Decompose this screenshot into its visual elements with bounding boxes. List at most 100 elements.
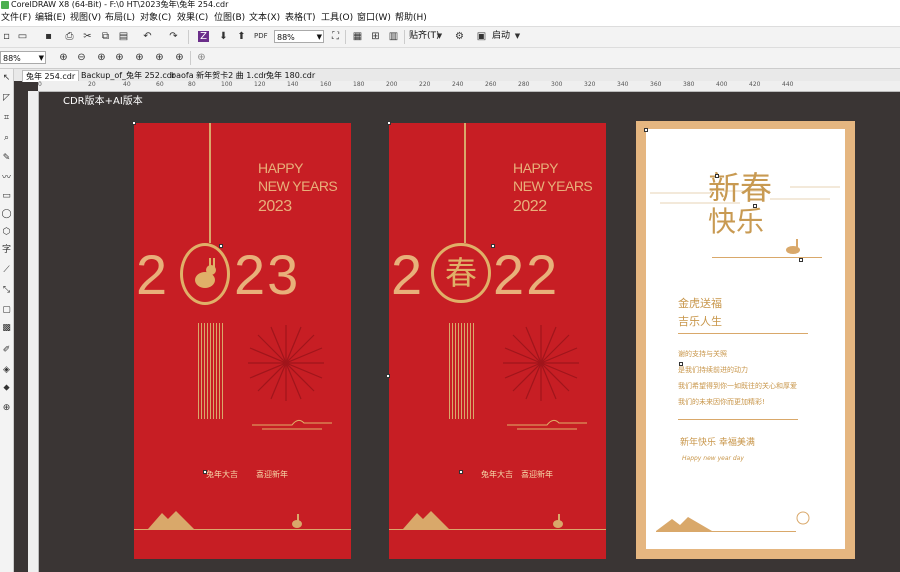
selection-node[interactable]: [203, 470, 207, 474]
zoom-selected-icon[interactable]: ⊕: [96, 52, 107, 63]
zoom-height-icon[interactable]: ⊕: [174, 52, 185, 63]
big-digit-left: 2: [391, 243, 425, 306]
zoom-level-combo[interactable]: 88% ▼: [0, 51, 46, 64]
artistic-media-icon[interactable]: 〰: [1, 173, 12, 184]
transparency-tool-icon[interactable]: ▩: [1, 323, 12, 334]
selection-node[interactable]: [679, 362, 683, 366]
selection-node[interactable]: [753, 204, 757, 208]
selection-node[interactable]: [387, 121, 391, 125]
interactive-fill-icon[interactable]: ◈: [1, 365, 12, 376]
menu-tools[interactable]: 工具(O): [321, 12, 353, 25]
menu-view[interactable]: 视图(V): [70, 12, 101, 25]
blessing-left: 兔年大吉: [481, 470, 513, 479]
menu-file[interactable]: 文件(F): [1, 12, 31, 25]
tab-baofa[interactable]: baofa 新年贺卡2 曲 1.cdr: [168, 70, 270, 81]
application-launcher-icon[interactable]: ▣: [476, 31, 487, 42]
ruler-tick: 220: [419, 81, 431, 88]
selection-node[interactable]: [132, 121, 136, 125]
body-line-4: 我们的未来因你而更加精彩!: [678, 398, 765, 406]
zoom-tool-icon[interactable]: ⌕: [1, 133, 12, 144]
options-gear-icon[interactable]: ⚙: [454, 31, 465, 42]
menu-window[interactable]: 窗口(W): [357, 12, 391, 25]
rectangle-tool-icon[interactable]: ▭: [1, 191, 12, 202]
guidelines-icon[interactable]: ▥: [388, 31, 399, 42]
ellipse-tool-icon[interactable]: ◯: [1, 209, 12, 220]
selection-node[interactable]: [386, 374, 390, 378]
zoom-all-icon[interactable]: ⊕: [114, 52, 125, 63]
menu-layout[interactable]: 布局(L): [105, 12, 135, 25]
chevron-down-icon[interactable]: ▼: [434, 31, 445, 42]
tab-doc-180[interactable]: 兔年 180.cdr: [263, 70, 318, 81]
freehand-tool-icon[interactable]: ✎: [1, 153, 12, 164]
menu-object[interactable]: 对象(C): [140, 12, 171, 25]
menu-table[interactable]: 表格(T): [285, 12, 316, 25]
parallel-dimension-icon[interactable]: ⟋: [1, 265, 12, 276]
greeting-card-2023[interactable]: HAPPY NEW YEARS 2023 2 23 兔年大吉 喜迎新年: [134, 123, 351, 559]
menu-text[interactable]: 文本(X): [249, 12, 280, 25]
ruler-tick: 20: [88, 81, 96, 88]
shape-tool-icon[interactable]: ◸: [1, 93, 12, 104]
add-tool-icon[interactable]: ⊕: [1, 403, 12, 414]
selection-node[interactable]: [799, 258, 803, 262]
ruler-tick: 60: [156, 81, 164, 88]
greeting-card-2022[interactable]: HAPPY NEW YEARS 2022 2 春 22 兔年大吉 喜迎新年: [389, 123, 606, 559]
copy-icon[interactable]: ⧉: [100, 31, 111, 42]
import-arrow-icon[interactable]: ⬇: [218, 31, 229, 42]
undo-icon[interactable]: ↶: [142, 31, 153, 42]
drop-shadow-icon[interactable]: ▢: [1, 305, 12, 316]
snap-options-icon[interactable]: ⊞: [370, 31, 381, 42]
crop-tool-icon[interactable]: ⌗: [1, 113, 12, 124]
smart-fill-icon[interactable]: ⬥: [1, 383, 12, 394]
polygon-tool-icon[interactable]: ⬡: [1, 227, 12, 238]
pick-tool-icon[interactable]: ↖: [1, 73, 12, 84]
ruler-tick: 180: [353, 81, 365, 88]
selection-node[interactable]: [644, 128, 648, 132]
redo-icon[interactable]: ↷: [168, 31, 179, 42]
selection-node[interactable]: [491, 244, 495, 248]
selection-node[interactable]: [459, 470, 463, 474]
zoom-width-icon[interactable]: ⊕: [154, 52, 165, 63]
menu-edit[interactable]: 编辑(E): [35, 12, 66, 25]
tassel-icon: [198, 323, 223, 419]
zoom-page-icon[interactable]: ⊕: [134, 52, 145, 63]
cloud-icon: [507, 419, 587, 430]
pdf-icon[interactable]: PDF: [254, 31, 268, 42]
menu-bitmaps[interactable]: 位图(B): [214, 12, 245, 25]
connector-tool-icon[interactable]: ⤡: [1, 285, 12, 296]
selection-node[interactable]: [219, 244, 223, 248]
ruler-tick: 120: [254, 81, 266, 88]
grid-icon[interactable]: ▦: [352, 31, 363, 42]
greeting-card-white[interactable]: 新春 快乐 金虎送福 吉乐人生 谢的支持与关照 是我们持续前进的动力 我们希望得…: [636, 121, 855, 559]
menu-effects[interactable]: 效果(C): [177, 12, 208, 25]
paste-icon[interactable]: ▤: [118, 31, 129, 42]
divider-line: [678, 333, 808, 334]
cut-icon[interactable]: ✂: [82, 31, 93, 42]
launch-chevron-icon[interactable]: ▼: [512, 31, 523, 42]
tab-backup-252[interactable]: Backup_of_兔年 252.cdr: [78, 70, 178, 81]
drawing-canvas[interactable]: CDR版本+AI版本 HAPPY NEW YEARS 2023 2 23 兔年大…: [39, 92, 900, 572]
zoom-level-select[interactable]: 88% ▼: [274, 30, 324, 43]
vertical-ruler[interactable]: [28, 91, 39, 572]
ground-line: [656, 531, 796, 532]
export-arrow-icon[interactable]: ⬆: [236, 31, 247, 42]
selection-node[interactable]: [715, 174, 719, 178]
mountain-icon: [403, 511, 449, 529]
full-screen-icon[interactable]: ⛶: [330, 31, 341, 42]
save-icon[interactable]: ▪: [43, 31, 54, 42]
zoom-out-icon[interactable]: ⊖: [76, 52, 87, 63]
menu-help[interactable]: 帮助(H): [395, 12, 427, 25]
year-small-text: 2023: [258, 198, 292, 215]
zoom-in-icon[interactable]: ⊕: [58, 52, 69, 63]
firework-icon: [248, 325, 324, 401]
print-icon[interactable]: ⎙: [64, 31, 75, 42]
horizontal-ruler[interactable]: 0 20 40 60 80 100 120 140 160 180 200 22…: [38, 81, 900, 92]
text-tool-icon[interactable]: 字: [1, 245, 12, 256]
ruler-tick: 100: [221, 81, 233, 88]
add-preset-icon[interactable]: ⊕: [196, 52, 207, 63]
import-icon[interactable]: Z: [198, 31, 209, 42]
open-folder-icon[interactable]: ▭: [17, 31, 28, 42]
launch-menu[interactable]: 启动: [492, 29, 510, 44]
new-years-text: NEW YEARS: [258, 178, 338, 194]
eyedropper-icon[interactable]: ✐: [1, 345, 12, 356]
new-document-icon[interactable]: ▫: [1, 31, 12, 42]
